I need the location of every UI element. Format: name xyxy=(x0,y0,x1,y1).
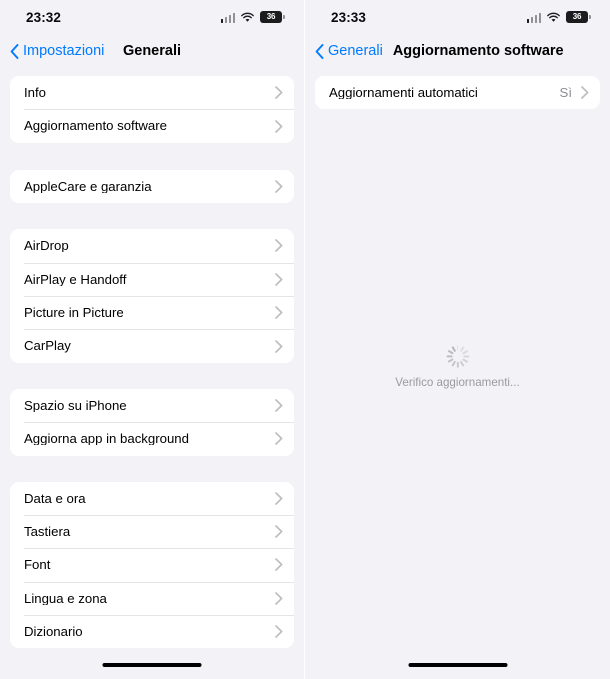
back-button-impostazioni[interactable]: Impostazioni xyxy=(10,43,104,59)
back-button-label: Generali xyxy=(328,43,383,59)
spinner-icon xyxy=(446,344,470,368)
battery-level-label: 36 xyxy=(266,12,276,21)
settings-group-3: AirDrop AirPlay e Handoff Picture in Pic… xyxy=(10,229,294,363)
list-item-aggiornamenti-automatici[interactable]: Aggiornamenti automatici Sì xyxy=(315,76,600,110)
chevron-right-icon xyxy=(275,432,283,446)
status-indicators: 36 xyxy=(220,11,285,23)
settings-group-1: Info Aggiornamento software xyxy=(10,76,294,143)
list-item-lingua-e-zona[interactable]: Lingua e zona xyxy=(10,581,294,616)
cellular-signal-icon xyxy=(526,13,541,23)
cellular-signal-icon xyxy=(220,13,235,23)
list-item-label: AirPlay e Handoff xyxy=(24,272,127,286)
wifi-icon xyxy=(547,12,560,22)
list-item-label: AppleCare e garanzia xyxy=(24,179,152,194)
status-indicators: 36 xyxy=(526,11,591,23)
list-item-label: Dizionario xyxy=(24,625,83,639)
chevron-right-icon xyxy=(275,119,283,133)
loading-label: Verifico aggiornamenti... xyxy=(395,376,520,389)
battery-icon: 36 xyxy=(566,11,591,23)
page-title: Aggiornamento software xyxy=(392,43,564,59)
wifi-icon xyxy=(241,12,254,22)
list-item-info[interactable]: Info xyxy=(10,76,294,110)
phone-screen-software-update: 23:33 36 Generali Aggiornamento software… xyxy=(305,0,610,679)
chevron-right-icon xyxy=(275,272,283,286)
list-item-picture-in-picture[interactable]: Picture in Picture xyxy=(10,295,294,330)
chevron-right-icon xyxy=(275,239,283,253)
list-item-airplay-e-handoff[interactable]: AirPlay e Handoff xyxy=(10,262,294,296)
home-indicator xyxy=(102,663,202,667)
settings-list-left: Info Aggiornamento software AppleCare e … xyxy=(0,76,304,649)
list-item-carplay[interactable]: CarPlay xyxy=(10,329,294,363)
list-item-aggiornamento-software[interactable]: Aggiornamento software xyxy=(10,109,294,143)
chevron-right-icon xyxy=(275,558,283,572)
phone-screen-general-settings: 23:32 36 Impostazioni Generali Info Aggi… xyxy=(0,0,305,679)
chevron-left-icon xyxy=(10,43,19,59)
list-item-label: CarPlay xyxy=(24,339,71,353)
list-item-label: Aggiorna app in background xyxy=(24,432,189,446)
back-button-generali[interactable]: Generali xyxy=(315,43,383,59)
list-item-label: Tastiera xyxy=(24,525,71,539)
list-item-label: Data e ora xyxy=(24,491,86,505)
list-item-label: Picture in Picture xyxy=(24,306,124,320)
chevron-right-icon xyxy=(275,491,283,505)
list-item-aggiorna-app-in-background[interactable]: Aggiorna app in background xyxy=(10,422,294,456)
list-item-tastiera[interactable]: Tastiera xyxy=(10,514,294,549)
status-time: 23:33 xyxy=(331,9,367,25)
list-item-applecare-e-garanzia[interactable]: AppleCare e garanzia xyxy=(10,169,294,204)
list-item-label: Aggiornamenti automatici xyxy=(329,86,478,100)
nav-bar-right: Generali Aggiornamento software xyxy=(305,34,610,68)
list-item-label: Info xyxy=(24,86,46,100)
list-item-label: Lingua e zona xyxy=(24,591,107,605)
status-bar-right: 23:33 36 xyxy=(305,0,610,34)
chevron-right-icon xyxy=(275,525,283,538)
status-bar-left: 23:32 36 xyxy=(0,0,304,34)
chevron-right-icon xyxy=(275,592,283,605)
list-item-label: AirDrop xyxy=(24,239,69,253)
chevron-left-icon xyxy=(315,43,324,59)
settings-group-automatic-updates: Aggiornamenti automatici Sì xyxy=(315,76,600,110)
chevron-right-icon xyxy=(581,86,589,100)
list-item-label: Aggiornamento software xyxy=(24,119,167,133)
nav-bar-left: Impostazioni Generali xyxy=(0,34,304,68)
chevron-right-icon xyxy=(275,86,283,100)
list-item-font[interactable]: Font xyxy=(10,548,294,582)
chevron-right-icon xyxy=(275,180,283,193)
status-time: 23:32 xyxy=(26,9,62,25)
chevron-right-icon xyxy=(275,306,283,319)
list-item-label: Spazio su iPhone xyxy=(24,398,127,413)
settings-group-2: AppleCare e garanzia xyxy=(10,169,294,204)
list-item-data-e-ora[interactable]: Data e ora xyxy=(10,481,294,515)
settings-group-4: Spazio su iPhone Aggiorna app in backgro… xyxy=(10,388,294,456)
home-indicator xyxy=(408,663,507,667)
settings-group-5: Data e ora Tastiera Font Lingua e zona D… xyxy=(10,481,294,649)
list-item-dizionario[interactable]: Dizionario xyxy=(10,615,294,649)
list-item-spazio-su-iphone[interactable]: Spazio su iPhone xyxy=(10,388,294,423)
chevron-right-icon xyxy=(275,399,283,412)
settings-list-right: Aggiornamenti automatici Sì xyxy=(305,76,610,110)
battery-icon: 36 xyxy=(260,11,285,23)
list-item-airdrop[interactable]: AirDrop xyxy=(10,229,294,263)
back-button-label: Impostazioni xyxy=(23,43,105,59)
chevron-right-icon xyxy=(275,625,283,639)
list-item-value: Sì xyxy=(559,85,572,101)
dual-screenshot-container: 23:32 36 Impostazioni Generali Info Aggi… xyxy=(0,0,610,679)
battery-level-label: 36 xyxy=(572,12,582,21)
update-check-status: Verifico aggiornamenti... xyxy=(305,344,610,389)
chevron-right-icon xyxy=(275,339,283,353)
list-item-label: Font xyxy=(24,558,51,572)
